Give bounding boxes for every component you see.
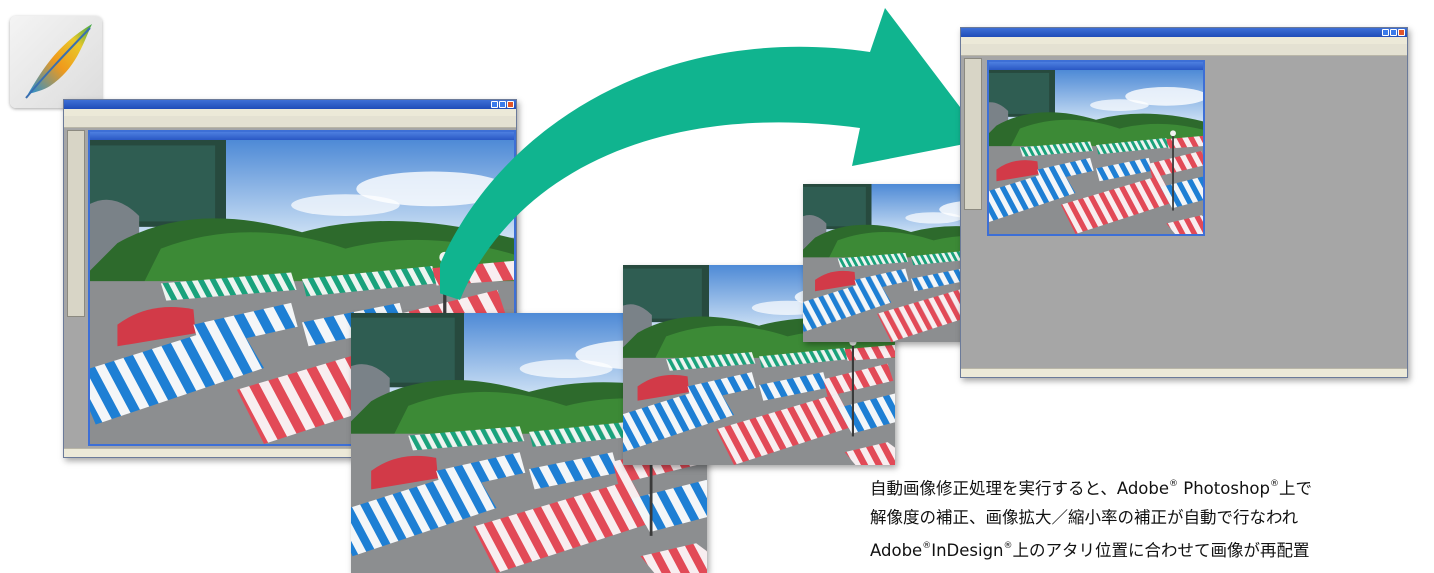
caption-line-3: Adobe®InDesign®上のアタリ位置に合わせて画像が再配置	[870, 541, 1310, 560]
toolbox[interactable]	[67, 130, 85, 317]
toolbox[interactable]	[964, 58, 982, 210]
close-icon[interactable]	[1398, 29, 1405, 36]
minimize-icon[interactable]	[1382, 29, 1389, 36]
feather-logo-icon	[25, 24, 92, 99]
photoshop-window-after	[960, 27, 1408, 378]
status-bar	[961, 368, 1407, 377]
document-window[interactable]	[987, 60, 1205, 236]
app-logo	[10, 16, 102, 108]
maximize-icon[interactable]	[1390, 29, 1397, 36]
options-bar[interactable]	[961, 44, 1407, 56]
menu-bar[interactable]	[961, 37, 1407, 44]
caption-line-2: 解像度の補正、画像拡大／縮小率の補正が自動で行なわれ	[870, 508, 1299, 527]
market-photo	[989, 70, 1203, 234]
window-titlebar	[961, 28, 1407, 37]
document-titlebar	[989, 62, 1203, 70]
description-caption: 自動画像修正処理を実行すると、Adobe® Photoshop®上で 解像度の補…	[870, 470, 1434, 565]
caption-line-1: 自動画像修正処理を実行すると、Adobe® Photoshop®上で	[870, 479, 1312, 498]
